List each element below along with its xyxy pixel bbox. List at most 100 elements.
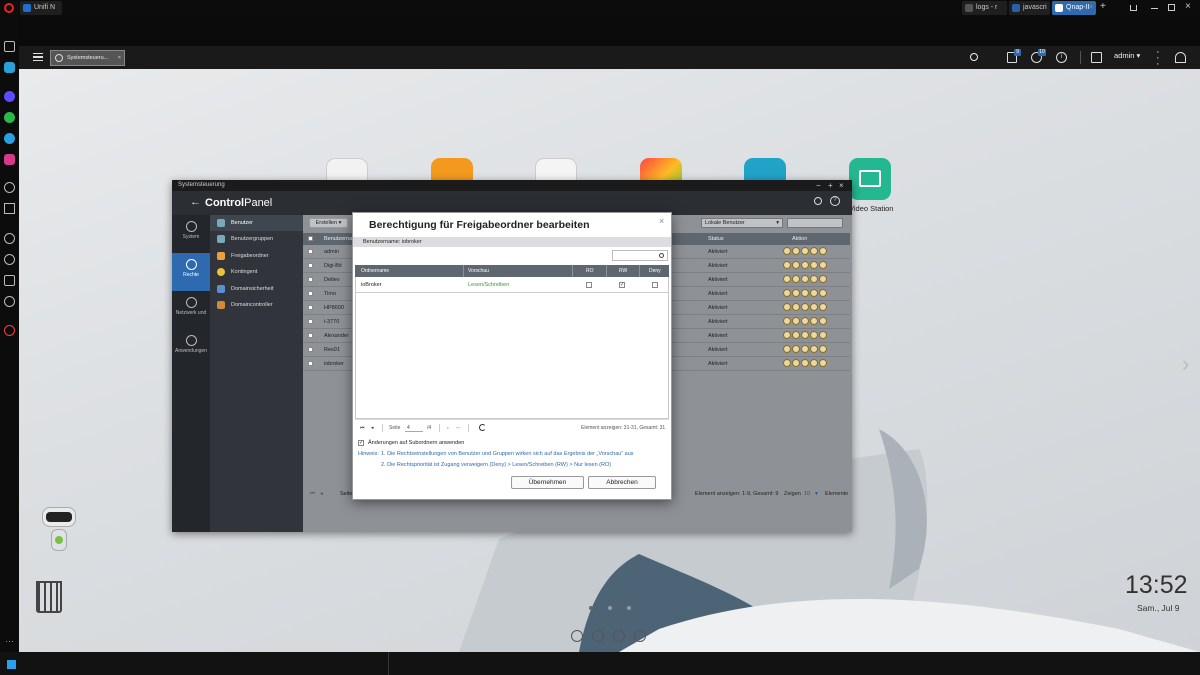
more-icon[interactable]: ··· (5, 636, 14, 646)
subnav-domaincontroller[interactable]: Domaincontroller (210, 297, 303, 313)
edit-profile-icon[interactable] (783, 247, 791, 255)
folder-permission-icon[interactable] (810, 345, 818, 353)
apply-subfolders-checkbox[interactable]: ✓ (358, 440, 364, 446)
page-dot[interactable] (627, 606, 631, 610)
taskbar-app[interactable] (388, 652, 389, 675)
back-arrow-icon[interactable]: ← (190, 196, 201, 208)
history-icon[interactable] (4, 254, 15, 265)
select-all-checkbox[interactable] (308, 236, 313, 241)
user-checkbox[interactable] (308, 333, 313, 338)
password-icon[interactable] (792, 317, 800, 325)
group-edit-icon[interactable] (801, 289, 809, 297)
home-icon[interactable] (4, 41, 15, 52)
browser-tab-active[interactable]: Qnap-II × (1052, 1, 1096, 15)
column-status[interactable]: Status (708, 233, 724, 245)
prev-page-icon[interactable]: ◂ (371, 420, 374, 436)
app-permission-icon[interactable] (819, 317, 827, 325)
edit-profile-icon[interactable] (783, 359, 791, 367)
tab-close-icon[interactable]: × (1089, 1, 1093, 15)
telegram-icon[interactable] (4, 133, 15, 144)
page-number-input[interactable]: 4 (405, 424, 423, 432)
video-station-app-icon[interactable] (849, 158, 891, 200)
password-icon[interactable] (792, 261, 800, 269)
user-filter-select[interactable]: Lokale Benutzer ▾ (701, 218, 783, 228)
folder-permission-icon[interactable] (810, 317, 818, 325)
app-permission-icon[interactable] (819, 331, 827, 339)
opera-logo-icon[interactable] (4, 3, 14, 13)
user-menu[interactable]: admin ▾ (1114, 51, 1140, 60)
folder-permission-icon[interactable] (810, 261, 818, 269)
info-icon[interactable]: i (1056, 52, 1067, 63)
password-icon[interactable] (792, 359, 800, 367)
edit-profile-icon[interactable] (783, 317, 791, 325)
password-icon[interactable] (792, 275, 800, 283)
password-icon[interactable] (792, 345, 800, 353)
user-checkbox[interactable] (308, 277, 313, 282)
first-page-icon[interactable]: ⏮ (310, 488, 315, 500)
browser-tab[interactable]: javascri (1009, 1, 1050, 15)
dock-eye-icon[interactable] (571, 630, 583, 642)
group-edit-icon[interactable] (801, 359, 809, 367)
user-search-input[interactable] (787, 218, 843, 228)
app-permission-icon[interactable] (819, 289, 827, 297)
edit-profile-icon[interactable] (783, 331, 791, 339)
next-page-icon[interactable]: › (1182, 351, 1189, 377)
folder-permission-icon[interactable] (810, 331, 818, 339)
heart-icon[interactable] (4, 233, 15, 244)
app-permission-icon[interactable] (819, 247, 827, 255)
edit-profile-icon[interactable] (783, 261, 791, 269)
browser-tab[interactable]: logs - r (962, 1, 1007, 15)
apply-button[interactable]: Übernehmen (511, 476, 584, 489)
dock-wrench-icon[interactable] (592, 630, 604, 642)
nav-system[interactable]: System (172, 215, 210, 253)
unifi-icon[interactable] (4, 62, 15, 73)
group-edit-icon[interactable] (801, 275, 809, 283)
messenger-icon[interactable] (4, 91, 15, 102)
subnav-benutzergruppen[interactable]: Benutzergruppen (210, 231, 303, 247)
minimize-button[interactable]: − (816, 180, 821, 191)
user-icon[interactable] (1091, 52, 1102, 63)
close-window-button[interactable]: × (1185, 1, 1191, 12)
close-icon[interactable]: × (118, 51, 121, 65)
app-permission-icon[interactable] (819, 303, 827, 311)
group-edit-icon[interactable] (801, 261, 809, 269)
subnav-kontingent[interactable]: Kontingent (210, 264, 303, 280)
group-edit-icon[interactable] (801, 303, 809, 311)
column-action[interactable]: Aktion (792, 233, 807, 245)
close-button[interactable]: × (839, 180, 844, 191)
folder-permission-icon[interactable] (810, 275, 818, 283)
location-icon[interactable] (4, 325, 15, 336)
start-icon[interactable] (7, 660, 16, 669)
instagram-icon[interactable] (4, 154, 15, 165)
user-checkbox[interactable] (308, 361, 313, 366)
ro-checkbox[interactable] (586, 282, 592, 288)
user-checkbox[interactable] (308, 291, 313, 296)
search-icon[interactable] (970, 53, 978, 61)
edit-profile-icon[interactable] (783, 303, 791, 311)
cube-icon[interactable] (4, 275, 15, 286)
maximize-button[interactable]: + (828, 180, 833, 191)
user-checkbox[interactable] (308, 249, 313, 254)
dock-notes-icon[interactable] (634, 630, 646, 642)
dashboard-icon[interactable] (1175, 52, 1186, 63)
app-permission-icon[interactable] (819, 359, 827, 367)
maximize-window-button[interactable] (1168, 4, 1175, 11)
player-icon[interactable] (4, 182, 15, 193)
folder-search-input[interactable] (612, 250, 668, 261)
refresh-icon[interactable] (479, 424, 486, 431)
app-permission-icon[interactable] (819, 261, 827, 269)
robot-assistant-icon[interactable] (37, 507, 81, 559)
column-username[interactable]: Benutzerna (324, 233, 352, 245)
trash-icon[interactable] (36, 581, 62, 613)
new-tab-button[interactable]: + (1100, 1, 1106, 12)
folder-permission-icon[interactable] (810, 247, 818, 255)
settings-icon[interactable] (4, 296, 15, 307)
first-page-icon[interactable]: ⏮ (360, 420, 365, 436)
nav-rechte[interactable]: Rechte (172, 253, 210, 291)
edit-profile-icon[interactable] (783, 289, 791, 297)
page-size-select[interactable]: 10 (804, 488, 810, 500)
subnav-domainsicherheit[interactable]: Domainsicherheit (210, 281, 303, 297)
nav-applications[interactable]: Anwendungen (172, 329, 210, 367)
prev-page-icon[interactable]: ◂ (320, 488, 323, 500)
group-edit-icon[interactable] (801, 345, 809, 353)
